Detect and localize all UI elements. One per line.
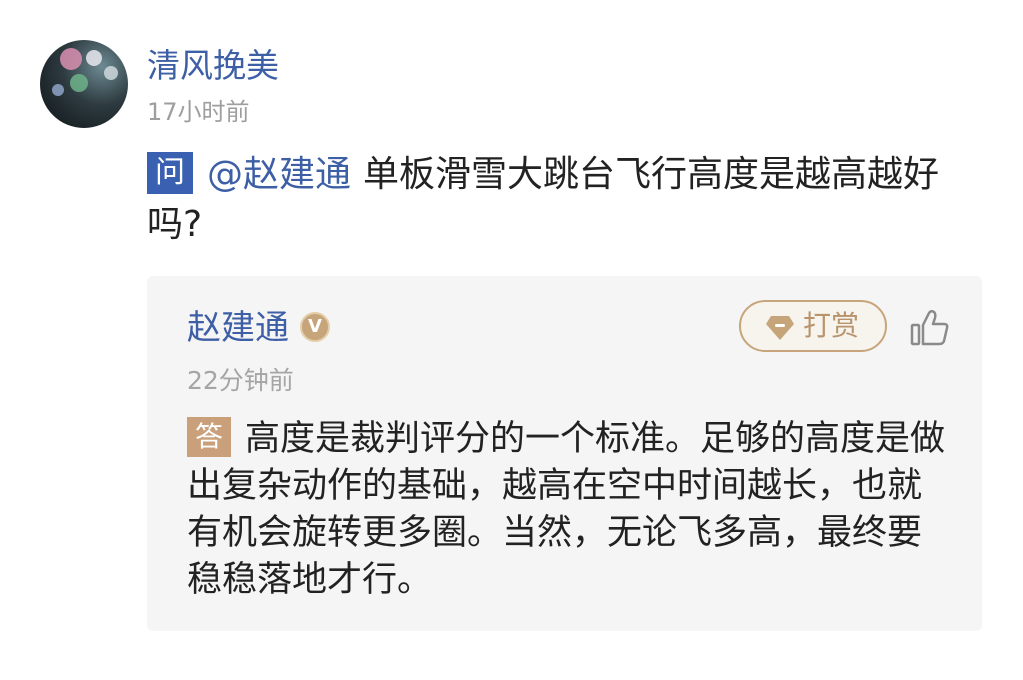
asker-timestamp: 17小时前	[147, 98, 250, 126]
tip-button[interactable]: 打赏	[739, 300, 887, 352]
answer-text-block: 答高度是裁判评分的一个标准。足够的高度是做出复杂动作的基础，越高在空中时间越长，…	[187, 416, 947, 604]
mention-link[interactable]: @赵建通	[207, 154, 351, 195]
thumbs-up-icon[interactable]	[909, 308, 951, 348]
gem-icon	[766, 316, 794, 340]
answer-timestamp: 22分钟前	[187, 366, 294, 395]
verified-v-badge-icon: V	[300, 312, 330, 342]
qa-page: 清风挽美 17小时前 问 @赵建通 单板滑雪大跳台飞行高度是越高越好吗? 赵建通 V…	[0, 0, 1023, 680]
answerer-name[interactable]: 赵建通	[187, 306, 289, 350]
avatar-bokeh	[52, 84, 64, 96]
answer-card: 赵建通 V 打赏 22分钟前 答高度是裁判评分的一个标准。足够的高度是做出复杂动…	[147, 276, 982, 631]
answer-text: 高度是裁判评分的一个标准。足够的高度是做出复杂动作的基础，越高在空中时间越长，也…	[187, 419, 946, 600]
asker-name[interactable]: 清风挽美	[147, 44, 279, 88]
avatar-bokeh	[70, 74, 88, 92]
tip-label: 打赏	[803, 309, 860, 342]
question-badge: 问	[147, 152, 193, 194]
avatar-bokeh	[86, 50, 102, 66]
question-text-block: 问 @赵建通 单板滑雪大跳台飞行高度是越高越好吗?	[147, 150, 987, 250]
avatar-bokeh	[104, 66, 118, 80]
answer-badge: 答	[187, 417, 232, 457]
avatar-bokeh	[60, 48, 82, 70]
asker-avatar[interactable]	[40, 40, 128, 128]
